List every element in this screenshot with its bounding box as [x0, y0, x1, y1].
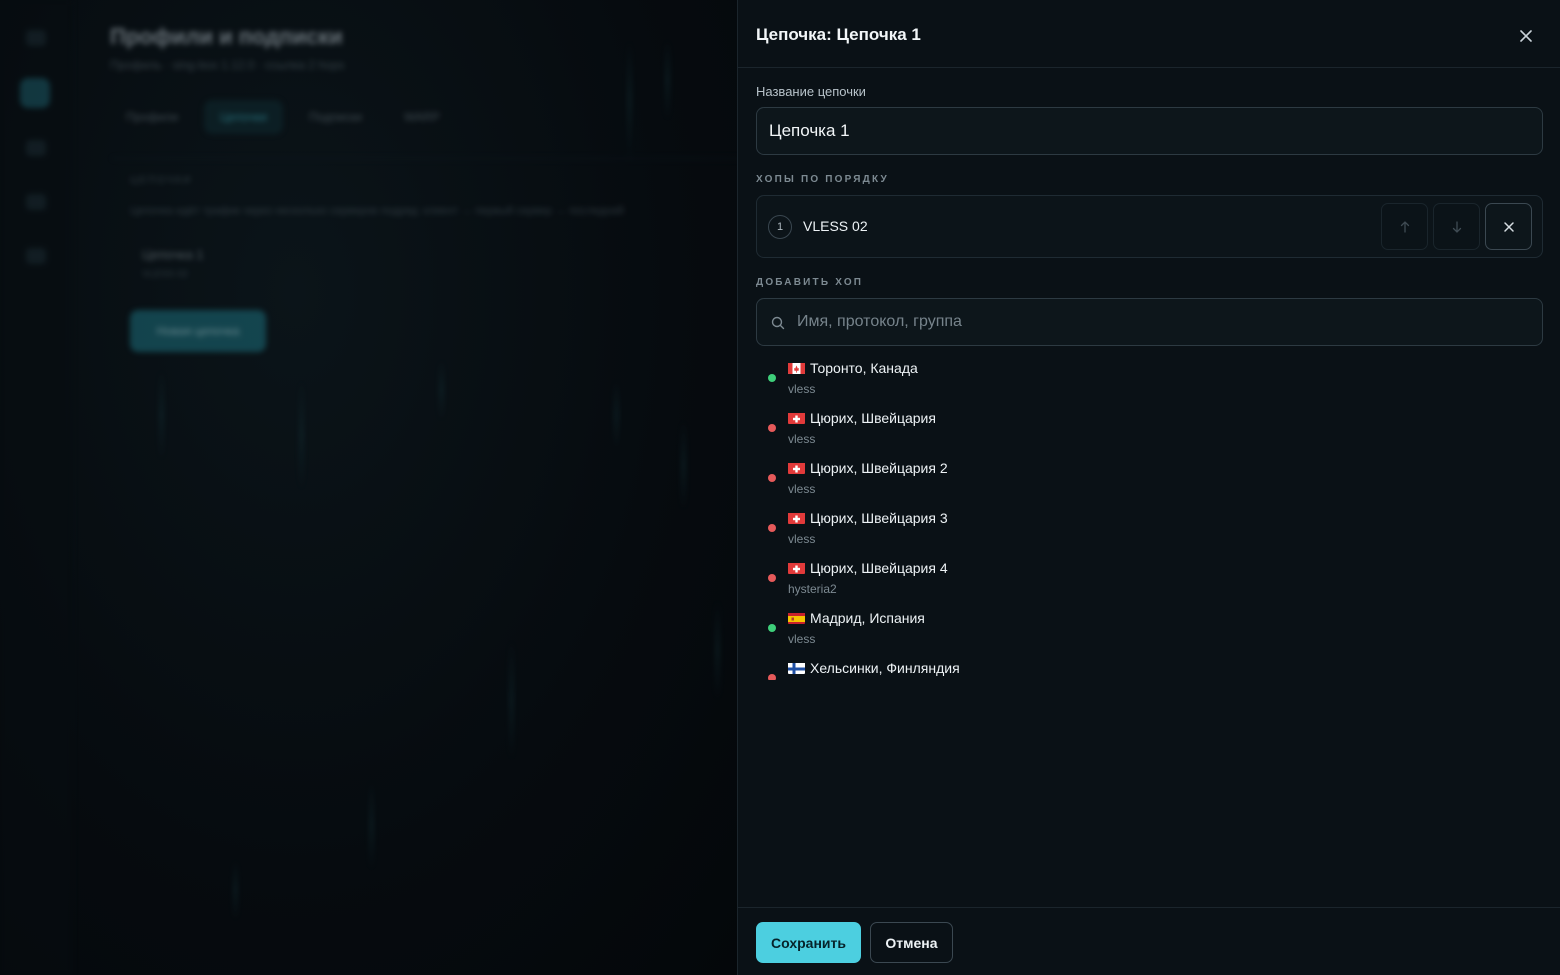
server-protocol: vless: [788, 532, 816, 546]
hops-section-label: ХОПЫ ПО ПОРЯДКУ: [756, 174, 889, 185]
server-protocol: vless: [788, 632, 816, 646]
search-icon: [771, 316, 785, 330]
drawer-header: Цепочка: Цепочка 1: [738, 0, 1560, 68]
server-protocol: vless: [788, 482, 816, 496]
background-app: Профили и подписки Профиль · sing-box 1.…: [0, 0, 738, 975]
drawer-title: Цепочка: Цепочка 1: [756, 25, 921, 44]
canada-flag-icon: [788, 362, 805, 374]
background-tab-chains: Цепочки: [204, 100, 283, 134]
switzerland-flag-icon: [788, 512, 805, 524]
move-hop-down-button[interactable]: [1433, 203, 1480, 250]
status-offline-dot: [768, 474, 776, 482]
background-section-label: ЦЕПОЧКИ: [130, 175, 193, 186]
finland-flag-icon: [788, 662, 805, 674]
close-icon: [1520, 30, 1532, 42]
server-item[interactable]: Мадрид, Испания vless: [756, 602, 1543, 652]
drawer-footer: Сохранить Отмена: [738, 907, 1560, 975]
remove-hop-button[interactable]: [1485, 203, 1532, 250]
server-name: Торонто, Канада: [810, 360, 918, 376]
background-tab-subscriptions: Подписки: [308, 110, 363, 124]
hop-search-input[interactable]: [797, 299, 1527, 345]
arrow-down-icon: [1452, 220, 1461, 233]
status-offline-dot: [768, 574, 776, 582]
background-page-subtitle: Профиль · sing-box 1.12.0 · ссылка 2 hop…: [110, 58, 345, 72]
background-nav-rail: [0, 0, 72, 975]
server-item[interactable]: Хельсинки, Финляндия vless: [756, 652, 1543, 680]
server-item[interactable]: Цюрих, Швейцария vless: [756, 402, 1543, 452]
move-hop-up-button[interactable]: [1381, 203, 1428, 250]
background-tabs: Профили Цепочки Подписки WARP: [110, 100, 456, 134]
status-offline-dot: [768, 424, 776, 432]
server-protocol: hysteria2: [788, 582, 837, 596]
server-name: Хельсинки, Финляндия: [810, 660, 960, 676]
server-protocol: vless: [788, 382, 816, 396]
hop-name: VLESS 02: [803, 218, 868, 234]
server-list: Торонто, Канада vless Цюрих, Швейцария v…: [756, 352, 1543, 680]
save-button[interactable]: Сохранить: [756, 922, 861, 963]
switzerland-flag-icon: [788, 412, 805, 424]
cancel-button[interactable]: Отмена: [870, 922, 953, 963]
chain-name-input[interactable]: [756, 107, 1543, 155]
server-name: Цюрих, Швейцария 3: [810, 510, 948, 526]
server-name: Цюрих, Швейцария 4: [810, 560, 948, 576]
server-protocol: vless: [788, 432, 816, 446]
server-name: Цюрих, Швейцария 2: [810, 460, 948, 476]
close-icon: [1503, 221, 1514, 232]
server-item[interactable]: Торонто, Канада vless: [756, 352, 1543, 402]
server-item[interactable]: Цюрих, Швейцария 3 vless: [756, 502, 1543, 552]
status-offline-dot: [768, 524, 776, 532]
background-new-chain-button: Новая цепочка: [130, 310, 266, 352]
add-hop-section-label: ДОБАВИТЬ ХОП: [756, 277, 864, 288]
server-item[interactable]: Цюрих, Швейцария 2 vless: [756, 452, 1543, 502]
hop-search-box: [756, 298, 1543, 346]
background-section-description: Цепочка идёт трафик через несколько серв…: [130, 205, 624, 217]
background-page-title: Профили и подписки: [110, 24, 343, 49]
switzerland-flag-icon: [788, 462, 805, 474]
arrow-up-icon: [1400, 220, 1409, 233]
background-content: Профили и подписки Профиль · sing-box 1.…: [0, 0, 738, 975]
server-item[interactable]: Цюрих, Швейцария 4 hysteria2: [756, 552, 1543, 602]
chain-editor-drawer: Цепочка: Цепочка 1 Название цепочки ХОПЫ…: [737, 0, 1560, 975]
server-name: Цюрих, Швейцария: [810, 410, 936, 426]
hop-index-badge: 1: [768, 215, 792, 239]
background-tab-warp: WARP: [404, 110, 440, 124]
chain-name-label: Название цепочки: [756, 84, 866, 99]
spain-flag-icon: [788, 612, 805, 624]
close-button[interactable]: [1512, 22, 1540, 50]
status-online-dot: [768, 374, 776, 382]
status-offline-dot: [768, 674, 776, 680]
status-online-dot: [768, 624, 776, 632]
switzerland-flag-icon: [788, 562, 805, 574]
background-tab-profiles: Профили: [126, 110, 179, 124]
background-chain-sub: VLESS 02: [142, 269, 189, 280]
background-chain-name: Цепочка 1: [142, 247, 204, 262]
hop-row: 1 VLESS 02: [756, 195, 1543, 258]
server-name: Мадрид, Испания: [810, 610, 925, 626]
